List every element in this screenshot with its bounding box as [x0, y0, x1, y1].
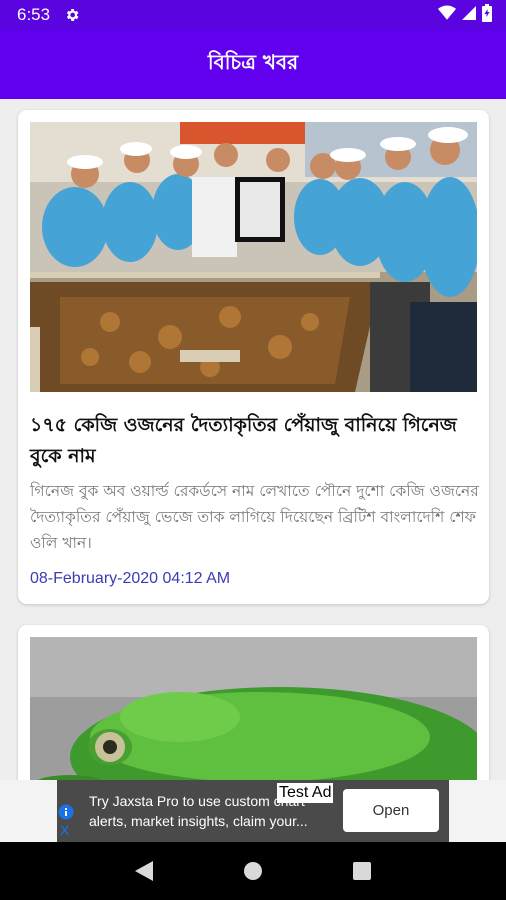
app-bar: বিচিত্র খবর: [0, 30, 506, 99]
ad-close-button[interactable]: X: [60, 822, 69, 838]
signal-icon: [462, 5, 476, 25]
app-title: বিচিত্র খবর: [207, 50, 299, 74]
ad-banner[interactable]: Try Jaxsta Pro to use custom chart alert…: [0, 780, 506, 842]
news-summary: গিনেজ বুক অব ওয়ার্ল্ড রেকর্ডসে নাম লেখা…: [30, 482, 479, 552]
back-icon[interactable]: [124, 851, 164, 891]
ad-info-icon[interactable]: [58, 804, 74, 824]
home-icon[interactable]: [233, 851, 273, 891]
news-image[interactable]: [30, 122, 477, 392]
status-bar: 6:53: [0, 0, 506, 30]
news-image[interactable]: [30, 637, 477, 780]
ad-test-label: Test Ad: [277, 783, 334, 803]
status-icons: [438, 4, 492, 26]
news-date: 08-February-2020 04:12 AM: [30, 570, 231, 587]
news-card[interactable]: [18, 625, 489, 780]
navigation-bar: [0, 842, 506, 900]
news-card[interactable]: ১৭৫ কেজি ওজনের দৈত্যাকৃতির পেঁয়াজু বানি…: [18, 110, 489, 604]
gear-icon: [64, 7, 80, 23]
ad-content[interactable]: Try Jaxsta Pro to use custom chart alert…: [57, 780, 449, 842]
wifi-icon: [438, 5, 456, 25]
news-headline[interactable]: ১৭৫ কেজি ওজনের দৈত্যাকৃতির পেঁয়াজু বানি…: [30, 410, 480, 472]
recents-icon[interactable]: [342, 851, 382, 891]
status-time: 6:53: [17, 5, 51, 24]
battery-icon: [482, 4, 492, 26]
news-feed[interactable]: ১৭৫ কেজি ওজনের দৈত্যাকৃতির পেঁয়াজু বানি…: [0, 99, 506, 780]
ad-open-button[interactable]: Open: [343, 789, 439, 832]
